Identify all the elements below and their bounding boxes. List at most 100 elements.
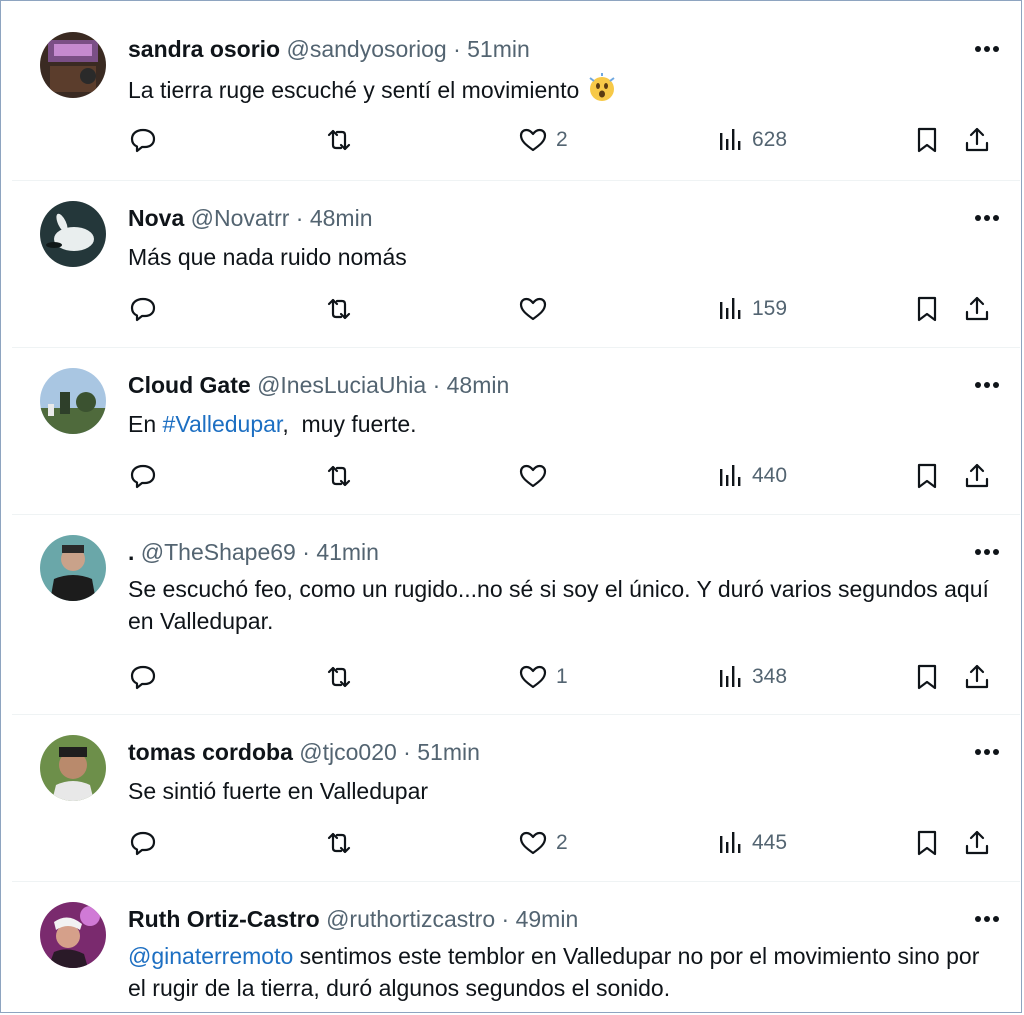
author-name[interactable]: sandra osorio: [128, 36, 280, 62]
like-button[interactable]: 2: [518, 122, 568, 158]
more-options-icon[interactable]: [972, 537, 1002, 567]
share-button[interactable]: [962, 291, 992, 327]
more-options-icon[interactable]: [972, 203, 1002, 233]
reply-button[interactable]: [128, 825, 158, 861]
separator-dot: ·: [302, 539, 310, 565]
heart-icon: [519, 464, 547, 488]
tweet-text: @ginaterremoto sentimos este temblor en …: [128, 940, 998, 1004]
author-handle[interactable]: @InesLuciaUhia: [257, 372, 426, 398]
tweet-text: En #Valledupar, muy fuerte.: [128, 408, 998, 440]
timestamp[interactable]: 51min: [467, 36, 530, 62]
retweet-button[interactable]: [324, 825, 354, 861]
reply-icon: [130, 665, 156, 690]
reply-button[interactable]: [128, 122, 158, 158]
tweet-text: La tierra ruge escuché y sentí el movimi…: [128, 72, 998, 106]
tweet[interactable]: Ruth Ortiz-Castro @ruthortizcastro · 49m…: [12, 881, 1020, 1011]
more-options-icon[interactable]: [972, 904, 1002, 934]
bookmark-button[interactable]: [912, 291, 942, 327]
bookmark-button[interactable]: [912, 458, 942, 494]
timestamp[interactable]: 48min: [310, 205, 373, 231]
timestamp[interactable]: 41min: [316, 539, 379, 565]
author-name[interactable]: .: [128, 539, 134, 565]
retweet-button[interactable]: [324, 291, 354, 327]
tweet[interactable]: sandra osorio @sandyosoriog · 51min La t…: [12, 0, 1020, 180]
reply-button[interactable]: [128, 291, 158, 327]
like-button[interactable]: [518, 291, 556, 327]
avatar[interactable]: [40, 902, 106, 968]
tweet[interactable]: . @TheShape69 · 41min Se escuchó feo, co…: [12, 514, 1020, 714]
share-button[interactable]: [962, 825, 992, 861]
replies-feed: sandra osorio @sandyosoriog · 51min La t…: [12, 0, 1020, 1011]
timestamp[interactable]: 51min: [417, 739, 480, 765]
views-button[interactable]: 440: [714, 458, 787, 494]
author-handle[interactable]: @tjco020: [299, 739, 397, 765]
heart-icon: [519, 665, 547, 689]
author-name[interactable]: tomas cordoba: [128, 739, 293, 765]
author-name[interactable]: Ruth Ortiz-Castro: [128, 906, 320, 932]
bookmark-button[interactable]: [912, 659, 942, 695]
timestamp[interactable]: 49min: [516, 906, 579, 932]
author-handle[interactable]: @TheShape69: [141, 539, 296, 565]
bookmark-icon: [917, 296, 937, 322]
share-icon: [965, 127, 989, 152]
bookmark-icon: [917, 127, 937, 153]
more-options-icon[interactable]: [972, 34, 1002, 64]
tweet-text-prefix: En: [128, 411, 163, 437]
avatar[interactable]: [40, 535, 106, 601]
share-button[interactable]: [962, 122, 992, 158]
views-button[interactable]: 348: [714, 659, 787, 695]
share-button[interactable]: [962, 458, 992, 494]
mention-link[interactable]: @ginaterremoto: [128, 943, 293, 969]
tweet-actions: 1 348: [128, 659, 998, 695]
tweet-actions: 159: [128, 291, 998, 327]
timestamp[interactable]: 48min: [447, 372, 510, 398]
bookmark-icon: [917, 664, 937, 690]
bookmark-button[interactable]: [912, 122, 942, 158]
view-count: 159: [752, 297, 788, 320]
views-button[interactable]: 628: [714, 122, 787, 158]
like-button[interactable]: 2: [518, 825, 568, 861]
share-icon: [965, 463, 989, 488]
reply-button[interactable]: [128, 659, 158, 695]
like-button[interactable]: [518, 458, 556, 494]
like-count: 1: [556, 665, 568, 688]
author-handle[interactable]: @sandyosoriog: [287, 36, 447, 62]
tweet-header: . @TheShape69 · 41min: [128, 537, 379, 567]
author-name[interactable]: Cloud Gate: [128, 372, 251, 398]
tweet[interactable]: Cloud Gate @InesLuciaUhia · 48min En #Va…: [12, 347, 1020, 514]
avatar[interactable]: [40, 368, 106, 434]
tweet-actions: 2 445: [128, 825, 998, 861]
tweet-text-content: La tierra ruge escuché y sentí el movimi…: [128, 77, 580, 103]
retweet-button[interactable]: [324, 458, 354, 494]
analytics-icon: [720, 298, 741, 319]
author-handle[interactable]: @Novatrr: [191, 205, 290, 231]
share-button[interactable]: [962, 659, 992, 695]
like-count: 2: [556, 128, 568, 151]
author-handle[interactable]: @ruthortizcastro: [326, 906, 495, 932]
retweet-icon: [327, 666, 351, 688]
author-name[interactable]: Nova: [128, 205, 184, 231]
more-options-icon[interactable]: [972, 737, 1002, 767]
heart-icon: [519, 297, 547, 321]
views-button[interactable]: 159: [714, 291, 787, 327]
reply-button[interactable]: [128, 458, 158, 494]
analytics-icon: [720, 129, 741, 150]
retweet-button[interactable]: [324, 122, 354, 158]
bookmark-icon: [917, 830, 937, 856]
share-icon: [965, 296, 989, 321]
tweet-header: tomas cordoba @tjco020 · 51min: [128, 737, 480, 767]
avatar[interactable]: [40, 735, 106, 801]
avatar[interactable]: [40, 32, 106, 98]
retweet-button[interactable]: [324, 659, 354, 695]
views-button[interactable]: 445: [714, 825, 787, 861]
more-options-icon[interactable]: [972, 370, 1002, 400]
tweet[interactable]: tomas cordoba @tjco020 · 51min Se sintió…: [12, 714, 1020, 881]
bookmark-icon: [917, 463, 937, 489]
tweet-text: Se escuchó feo, como un rugido...no sé s…: [128, 576, 989, 634]
bookmark-button[interactable]: [912, 825, 942, 861]
retweet-icon: [327, 129, 351, 151]
hashtag-link[interactable]: #Valledupar: [163, 411, 283, 437]
like-button[interactable]: 1: [518, 659, 568, 695]
tweet[interactable]: Nova @Novatrr · 48min Más que nada ruido…: [12, 180, 1020, 347]
avatar[interactable]: [40, 201, 106, 267]
